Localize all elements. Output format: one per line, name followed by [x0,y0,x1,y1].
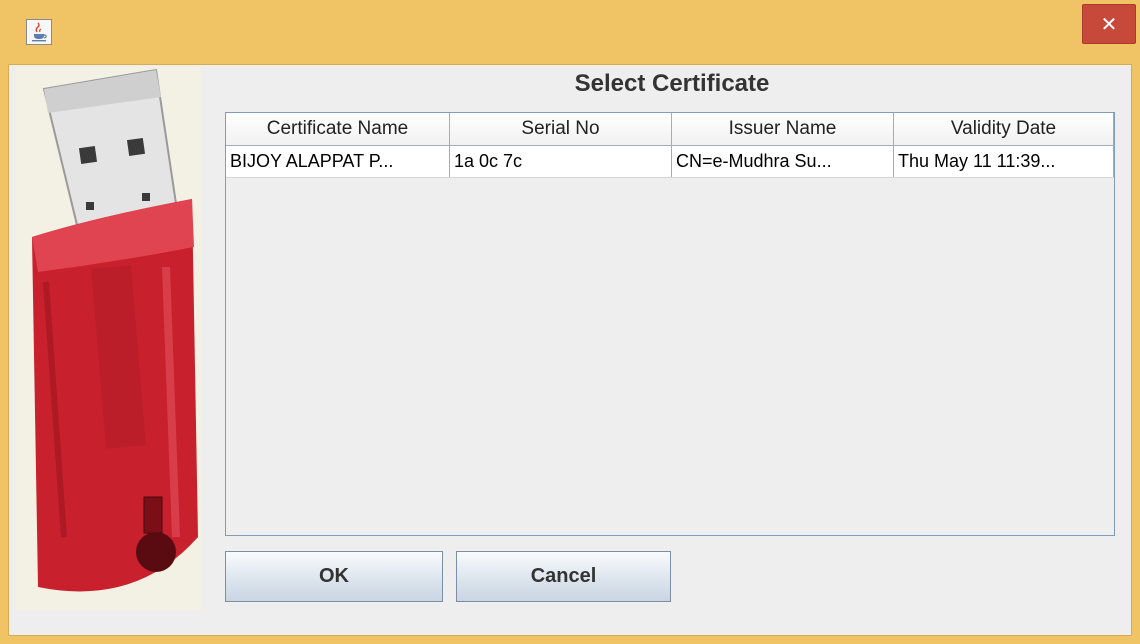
table-row[interactable]: BIJOY ALAPPAT P... 1a 0c 7c CN=e-Mudhra … [226,146,1114,178]
title-bar: ✕ [0,0,1140,64]
close-button[interactable]: ✕ [1082,4,1136,44]
cell-issuer-name: CN=e-Mudhra Su... [672,146,894,177]
dialog-title: Select Certificate [574,70,770,97]
table-header: Certificate Name Serial No Issuer Name V… [226,113,1114,146]
cell-certificate-name: BIJOY ALAPPAT P... [226,146,450,177]
ok-button[interactable]: OK [225,551,443,602]
cell-validity-date: Thu May 11 11:39... [894,146,1114,177]
column-header-certificate-name[interactable]: Certificate Name [226,113,450,145]
cancel-button[interactable]: Cancel [456,551,671,602]
certificate-dialog-window: ✕ Select Certificate Certificate Name Se… [0,0,1140,644]
column-header-issuer-name[interactable]: Issuer Name [672,113,894,145]
certificate-table[interactable]: Certificate Name Serial No Issuer Name V… [225,112,1115,536]
etoken-image [16,67,201,610]
cell-serial-no: 1a 0c 7c [450,146,672,177]
column-header-validity-date[interactable]: Validity Date [894,113,1114,145]
close-icon: ✕ [1100,12,1118,36]
column-header-serial-no[interactable]: Serial No [450,113,672,145]
java-cup-icon[interactable] [26,19,52,45]
